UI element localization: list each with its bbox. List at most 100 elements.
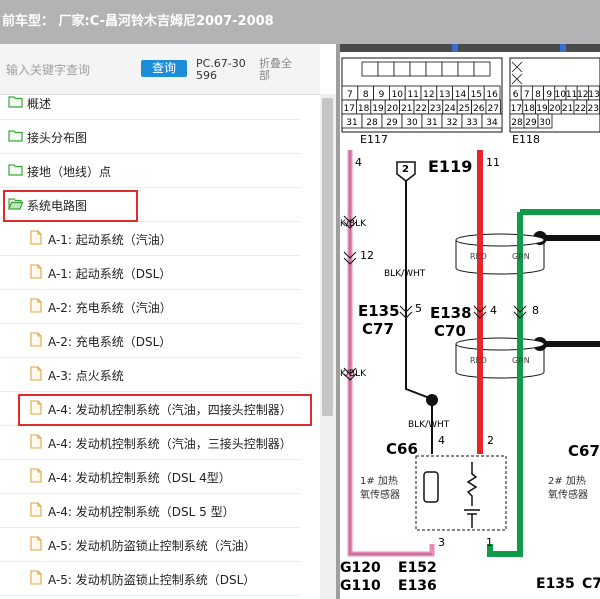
folder-icon	[8, 130, 23, 142]
connector-pin-number: 12	[423, 90, 434, 100]
connector-pin-number: 30	[539, 118, 551, 128]
pin-5-label: 5	[415, 302, 422, 315]
tree-item-document[interactable]: A-3: 点火系统	[0, 358, 300, 392]
tree-item-label: A-1: 起动系统（DSL）	[48, 267, 172, 281]
e135-bottom-label: E135	[536, 576, 575, 592]
pin-1-label: 1	[486, 536, 493, 549]
wiring-diagram-svg: 7 8 9 10 11 12 13 14 15 1617 18 19 20 21 22 23 24 25 26 273…	[340, 44, 600, 594]
e135-label: E135	[358, 302, 400, 320]
tree-item-document[interactable]: A-1: 起动系统（汽油）	[0, 222, 300, 256]
connector-pin-number: 21	[562, 104, 573, 114]
pin-12-label: 12	[360, 249, 374, 262]
tree-item-label: 概述	[27, 97, 52, 111]
wiring-diagram: 7 8 9 10 11 12 13 14 15 16 17 18 19 20 21 22 23 24 25 26 27 3…	[340, 44, 600, 599]
connector-pin-number: 25	[459, 104, 470, 114]
connector-pin-cell	[361, 61, 379, 77]
wire-label-grn: GRN	[512, 252, 530, 261]
tree-item-document[interactable]: A-4: 发动机控制系统（DSL 4型）	[0, 460, 300, 494]
sensor-2-name-2: 氧传感器	[548, 488, 588, 501]
connector-pin-cell	[425, 61, 443, 77]
connector-pin-cell	[441, 61, 459, 77]
connector-pin-number: 14	[455, 90, 467, 100]
folder-icon	[8, 96, 23, 108]
tree-item-document[interactable]: A-5: 发动机防盗锁止控制系统（汽油）	[0, 528, 300, 562]
tree-item-folder[interactable]: 接头分布图	[0, 120, 300, 154]
wire-label-red: RED	[470, 252, 487, 261]
e152-label: E152	[398, 560, 437, 576]
connector-pin-number: 11	[566, 90, 577, 100]
connector-e117: 7 8 9 10 11 12 13 14 15 16 17 18 19 20 21 22 23 24 25 26 27 3…	[341, 57, 503, 146]
connector-pin-cell	[473, 61, 491, 77]
search-button[interactable]: 查询	[141, 60, 187, 77]
connector-pin-number: 12	[577, 90, 588, 100]
connector-pin-number: 21	[401, 104, 412, 114]
c7-label: C7	[582, 576, 600, 592]
tree-item-folder[interactable]: 概述	[0, 94, 300, 120]
tree-view: 概述 接头分布图 接地（地线）点 系统电路图 A-1: 起动系统（汽油） A-1: 起动系…	[0, 94, 312, 599]
document-icon	[30, 230, 42, 245]
g120-label: G120	[340, 560, 381, 576]
connector-pin-number: 11	[407, 90, 418, 100]
pin-11-label: 11	[486, 156, 500, 169]
highlight-box	[18, 394, 312, 426]
document-icon	[30, 536, 42, 551]
connector-pin-number: 18	[523, 104, 535, 114]
highlight-box	[3, 190, 138, 222]
connector-pin-number: 23	[587, 104, 598, 114]
connector-pin-number: 28	[511, 118, 523, 128]
unused-pin-mark	[511, 61, 523, 73]
tree-item-label: A-5: 发动机防盗锁止控制系统（汽油）	[48, 539, 256, 553]
connector-e118-label: E118	[512, 133, 540, 146]
e119-label: E119	[428, 157, 472, 176]
tree-item-document[interactable]: A-4: 发动机控制系统（汽油，三接头控制器）	[0, 426, 300, 460]
pin-4b-label: 4	[490, 304, 497, 317]
tree-item-document[interactable]: A-5: 发动机防盗锁止控制系统（DSL）	[0, 562, 300, 596]
scroll-thumb[interactable]	[322, 98, 333, 416]
connector-pin-number: 15	[471, 90, 482, 100]
pin-4c-label: 4	[438, 434, 445, 447]
wire-junction	[426, 394, 438, 406]
connector-pin-number: 18	[358, 104, 370, 114]
connector-pin-number: 27	[487, 104, 498, 114]
tree-item-label: A-2: 充电系统（汽油）	[48, 301, 172, 315]
tree-item-document[interactable]: A-2: 充电系统（汽油）	[0, 290, 300, 324]
collapse-all-button[interactable]: 折叠全部	[259, 58, 299, 82]
connector-pin-number: 10	[392, 90, 404, 100]
connector-pin-number: 24	[444, 104, 456, 114]
title-bar: 前车型： 厂家:C-昌河铃木吉姆尼2007-2008	[0, 0, 600, 44]
tree-item-document[interactable]: A-1: 起动系统（DSL）	[0, 256, 300, 290]
sensor-1-name: 1# 加热	[360, 474, 398, 487]
connector-pin-number: 10	[555, 90, 567, 100]
tree-item-label: A-2: 充电系统（DSL）	[48, 335, 172, 349]
c70-label: C70	[434, 322, 466, 340]
connector-pin-cell	[457, 61, 475, 77]
tree-item-document[interactable]: A-4: 发动机控制系统（DSL 5 型）	[0, 494, 300, 528]
connector-pin-number: 19	[372, 104, 384, 114]
connector-pin-number: 6	[513, 90, 519, 100]
tree-item-label: 接头分布图	[27, 131, 88, 145]
document-icon	[30, 434, 42, 449]
document-icon	[30, 570, 42, 585]
wire-label-blkwht: BLK/WHT	[384, 269, 426, 279]
connector-pin-number: 22	[575, 104, 586, 114]
document-icon	[30, 298, 42, 313]
folder-icon	[8, 164, 23, 176]
connector-pin-number: 8	[363, 90, 369, 100]
tree-item-label: A-4: 发动机控制系统（汽油，三接头控制器）	[48, 437, 292, 451]
tree-item-document[interactable]: A-2: 充电系统（DSL）	[0, 324, 300, 358]
unused-pin-mark	[511, 73, 523, 85]
search-input[interactable]	[4, 60, 136, 80]
connector-e118: 6 7 8 9 10 11 12 13 17 18 19 20 21 22 23 28 29 30 E118	[509, 57, 600, 146]
tree-item-label: A-3: 点火系统	[48, 369, 124, 383]
g110-label: G110	[340, 578, 381, 594]
c66-label: C66	[386, 440, 418, 458]
connector-pin-number: 13	[588, 90, 599, 100]
connector-pin-number: 17	[343, 104, 354, 114]
connector-pin-number: 20	[387, 104, 399, 114]
tree-scrollbar[interactable]	[320, 94, 336, 599]
connector-pin-number: 29	[386, 118, 398, 128]
window-title: 前车型： 厂家:C-昌河铃木吉姆尼2007-2008	[2, 14, 274, 29]
wire-label-grn: GRN	[512, 356, 530, 365]
connector-pin-number: 20	[549, 104, 561, 114]
tree-item-folder[interactable]: 接地（地线）点	[0, 154, 300, 188]
